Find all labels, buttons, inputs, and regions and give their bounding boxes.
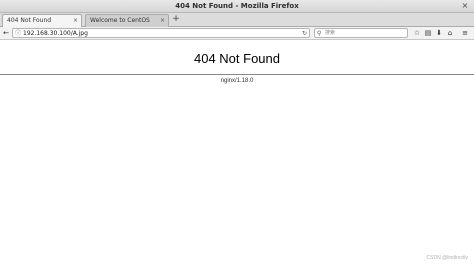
site-info-icon[interactable]: ⓘ — [15, 29, 21, 38]
search-input[interactable]: 搜索 — [325, 29, 335, 38]
window-titlebar: 404 Not Found - Mozilla Firefox × — [0, 0, 474, 13]
tab-404-not-found[interactable]: 404 Not Found × — [2, 14, 82, 28]
url-bar[interactable]: ⓘ 192.168.30.100/A.jpg ↻ — [12, 28, 310, 38]
bookmark-star-icon[interactable]: ☆ — [412, 28, 422, 39]
page-content: 404 Not Found nginx/1.18.0 — [0, 41, 474, 265]
search-bar[interactable]: ⚲ 搜索 — [314, 28, 408, 38]
reload-icon[interactable]: ↻ — [302, 29, 307, 38]
reader-list-icon[interactable]: ▤ — [423, 28, 433, 39]
new-tab-button[interactable]: + — [171, 13, 181, 27]
window-close-icon[interactable]: × — [460, 1, 470, 11]
back-arrow-icon[interactable]: ← — [1, 28, 11, 39]
server-signature: nginx/1.18.0 — [220, 78, 254, 84]
download-icon[interactable]: ⬇ — [434, 28, 444, 39]
home-icon[interactable]: ⌂ — [445, 28, 455, 39]
tab-close-icon[interactable]: × — [73, 15, 78, 27]
search-icon: ⚲ — [317, 30, 322, 37]
url-text[interactable]: 192.168.30.100/A.jpg — [23, 29, 88, 38]
tab-label: 404 Not Found — [7, 17, 52, 24]
page-heading: 404 Not Found — [193, 51, 280, 66]
window-title: 404 Not Found - Mozilla Firefox — [175, 2, 299, 10]
tab-label: Welcome to CentOS — [90, 17, 150, 24]
watermark-text: CSDN @lindirectly — [426, 255, 468, 261]
tab-close-icon[interactable]: × — [160, 15, 165, 27]
menu-icon[interactable]: ≡ — [460, 28, 470, 39]
tab-welcome-to-centos[interactable]: Welcome to CentOS × — [85, 14, 169, 27]
divider — [0, 74, 474, 75]
navigation-toolbar: ← ⓘ 192.168.30.100/A.jpg ↻ ⚲ 搜索 ☆ ▤ ⬇ ⌂ … — [0, 27, 474, 40]
tab-strip: 404 Not Found × Welcome to CentOS × — [0, 13, 474, 28]
